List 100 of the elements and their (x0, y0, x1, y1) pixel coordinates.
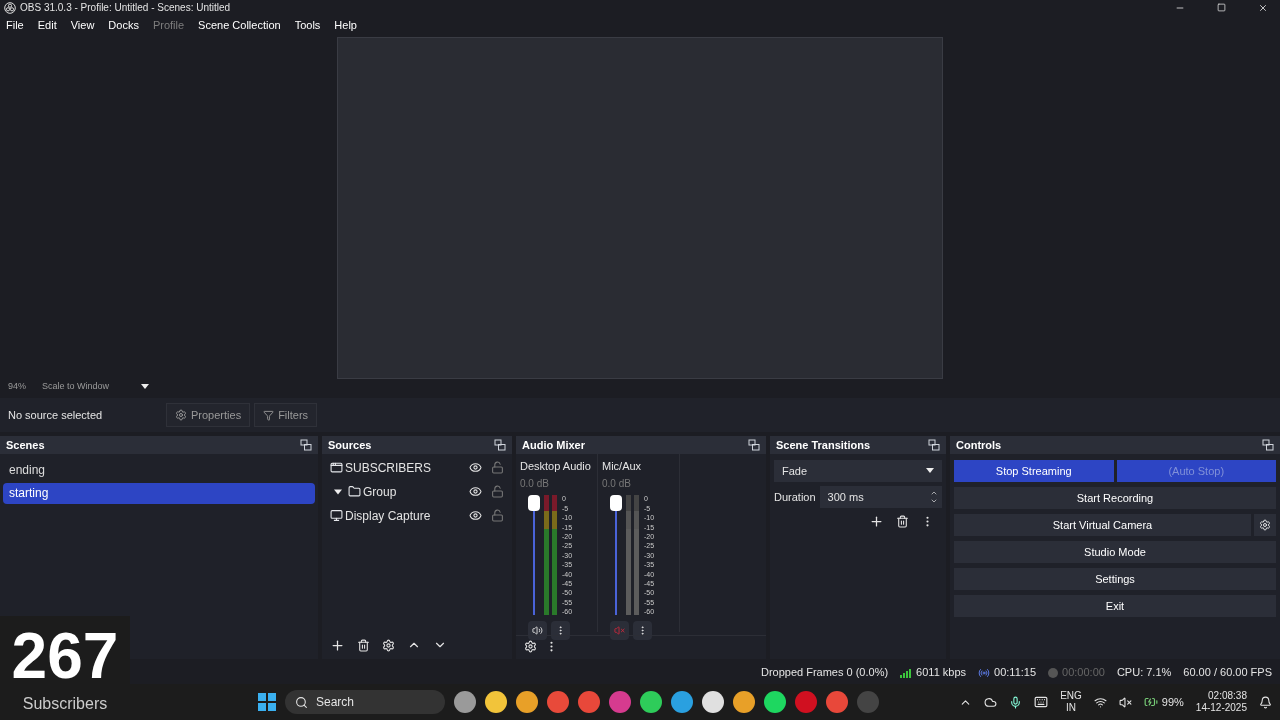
menu-item[interactable]: Docks (108, 17, 139, 34)
source-item[interactable]: Display Capture (345, 506, 467, 525)
properties-button[interactable]: Properties (166, 403, 251, 428)
advanced-settings-icon[interactable] (524, 639, 537, 653)
transition-dropdown[interactable]: Fade (774, 459, 942, 482)
dock-title: Audio Mixer (522, 437, 585, 453)
undock-icon[interactable] (300, 438, 312, 451)
source-status: No source selected (8, 407, 104, 423)
volume-slider[interactable] (610, 495, 622, 616)
eye-icon[interactable] (469, 485, 482, 499)
channel-reading: 0.0 dB (520, 477, 550, 492)
lock-icon[interactable] (491, 485, 504, 499)
dock-title: Sources (328, 437, 372, 453)
source-item[interactable]: Group (363, 482, 467, 501)
stream-time: 00:11:15 (994, 665, 1037, 681)
signal-bars-icon (900, 667, 913, 678)
filters-button[interactable]: Filters (254, 403, 318, 428)
gear-icon (175, 409, 187, 422)
undock-icon[interactable] (1262, 438, 1274, 451)
source-item[interactable]: SUBSCRIBERS (345, 458, 467, 477)
undock-icon[interactable] (748, 438, 760, 451)
control-button[interactable]: Studio Mode (954, 540, 1276, 563)
notification-icon[interactable] (1259, 695, 1272, 709)
channel-name: Desktop Audio (520, 458, 592, 474)
menu-item[interactable]: Help (334, 17, 357, 34)
channel-name: Mic/Aux (602, 458, 643, 474)
menu-item[interactable]: Edit (37, 17, 57, 34)
display-source-icon (330, 509, 343, 523)
language-indicator[interactable]: ENG IN (1060, 690, 1082, 715)
caret-icon[interactable] (926, 468, 934, 474)
taskbar-app-icon[interactable] (454, 691, 476, 714)
undock-icon[interactable] (928, 438, 940, 451)
window-source-icon (330, 461, 343, 475)
eye-icon[interactable] (469, 461, 482, 475)
settings-icon[interactable] (382, 638, 395, 652)
cpu-usage: CPU: 7.1% (1116, 665, 1172, 681)
control-button[interactable]: Exit (954, 594, 1276, 617)
muted-speaker-icon[interactable] (1118, 695, 1132, 709)
control-button[interactable]: Start Virtual Camera (954, 513, 1251, 536)
microphone-icon[interactable] (1009, 695, 1023, 709)
zoom-level: 94% (8, 379, 26, 393)
scene-item[interactable]: ending (3, 459, 315, 481)
taskbar-app-icon[interactable] (764, 691, 786, 714)
wifi-icon[interactable] (1093, 695, 1107, 709)
taskbar-app-icon[interactable] (485, 691, 507, 714)
search-icon (295, 695, 308, 709)
group-source-icon (348, 485, 361, 499)
dock-title: Controls (956, 437, 1002, 453)
taskbar-app-icon[interactable] (702, 691, 724, 714)
close-icon[interactable] (1258, 2, 1268, 13)
dropped-frames: Dropped Frames 0 (0.0%) (760, 664, 889, 681)
menu-item[interactable]: File (6, 17, 24, 34)
record-time: 00:00:00 (1062, 665, 1105, 681)
menu-item[interactable]: Scene Collection (198, 17, 281, 34)
lock-icon[interactable] (491, 509, 504, 523)
taskbar-search-field[interactable]: Search (285, 690, 445, 715)
expand-arrow-icon[interactable] (334, 487, 342, 496)
bitrate: 6011 kbps (916, 665, 967, 681)
dock-title: Scenes (6, 437, 45, 453)
eye-icon[interactable] (469, 509, 482, 523)
duration-field[interactable]: 300 ms (819, 485, 942, 508)
taskbar-app-icon[interactable] (733, 691, 755, 714)
fps: 60.00 / 60.00 FPS (1183, 665, 1272, 681)
control-button[interactable]: Settings (954, 567, 1276, 590)
scene-item[interactable]: starting (3, 482, 315, 504)
control-button[interactable]: Start Recording (954, 486, 1276, 509)
battery-level: 99% (1161, 695, 1184, 710)
duration-label: Duration (774, 489, 816, 505)
taskbar-app-icon[interactable] (516, 691, 538, 714)
menu-item[interactable]: View (70, 17, 95, 34)
subscriber-label: Subscribers (22, 694, 108, 714)
scale-dropdown[interactable]: Scale to Window (42, 379, 150, 394)
control-button[interactable]: Stop Streaming (954, 459, 1114, 482)
filter-icon (263, 409, 275, 421)
volume-slider[interactable] (528, 495, 540, 616)
lock-icon[interactable] (491, 461, 504, 475)
dock-title: Scene Transitions (776, 437, 871, 453)
muted-speaker-icon (614, 625, 625, 637)
delete-icon[interactable] (896, 514, 909, 528)
delete-icon[interactable] (357, 638, 370, 652)
maximize-icon[interactable] (1217, 2, 1226, 12)
clock[interactable]: 02:08:38 14-12-2025 (1195, 690, 1247, 715)
window-title: OBS 31.0.3 - Profile: Untitled - Scenes: Untitled (20, 1, 231, 16)
menu-item[interactable]: Tools (294, 17, 321, 34)
add-icon[interactable] (869, 513, 884, 529)
add-icon[interactable] (330, 637, 345, 653)
speaker-icon (532, 625, 543, 637)
taskbar-app-icon[interactable] (671, 691, 693, 714)
app-logo-icon (4, 1, 16, 14)
taskbar-app-icon[interactable] (640, 691, 662, 714)
gear-icon (1259, 518, 1271, 531)
virtual-camera-settings-button[interactable] (1254, 513, 1276, 536)
start-icon[interactable] (258, 693, 276, 712)
cloud-icon[interactable] (984, 695, 998, 709)
keyboard-icon[interactable] (1034, 695, 1049, 710)
undock-icon[interactable] (494, 438, 506, 451)
subscriber-count: 267 (11, 624, 119, 688)
channel-reading: 0.0 dB (602, 477, 632, 492)
streaming-icon (978, 666, 991, 679)
caret-icon[interactable] (141, 383, 150, 389)
